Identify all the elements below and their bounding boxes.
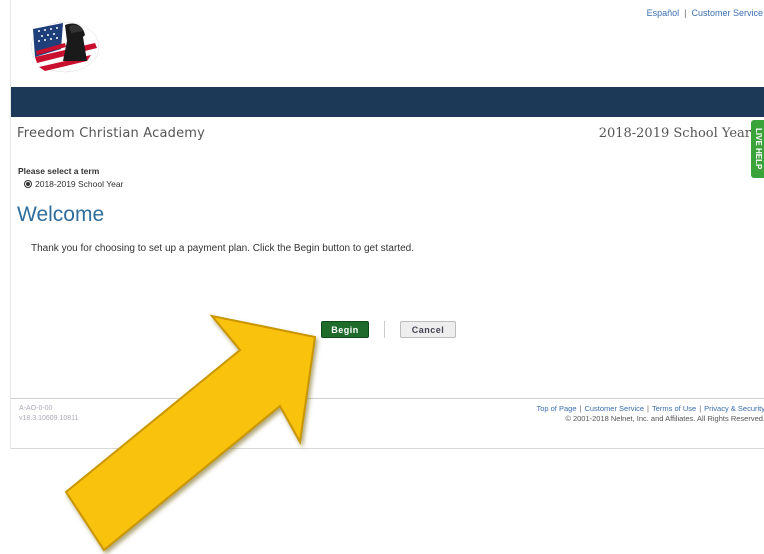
cancel-button[interactable]: Cancel	[400, 321, 456, 338]
customer-service-link[interactable]: Customer Service	[691, 8, 763, 18]
term-option[interactable]: 2018-2019 School Year	[24, 179, 123, 189]
school-year-label: 2018-2019 School Year	[598, 126, 751, 141]
navbar	[11, 87, 764, 117]
footer-code-line1: A-AO-0-00	[19, 405, 53, 412]
live-help-tab[interactable]: LIVE HELP	[751, 120, 764, 178]
flag-soldier-logo-icon	[30, 21, 100, 73]
footer-code: A-AO-0-00 v18.3.10609.10811	[19, 404, 78, 424]
footer-top-of-page-link[interactable]: Top of Page	[536, 404, 576, 413]
school-name: Freedom Christian Academy	[17, 126, 206, 141]
espanol-link[interactable]: Español	[647, 8, 680, 18]
footer-links: Top of Page | Customer Service | Terms of Us…	[536, 404, 764, 423]
footer-code-line2: v18.3.10609.10811	[19, 415, 79, 422]
page-title: Welcome	[17, 203, 105, 226]
intro-text: Thank you for choosing to set up a payme…	[31, 243, 415, 254]
term-label: Please select a term	[18, 166, 100, 176]
footer-terms-link[interactable]: Terms of Use	[652, 404, 696, 413]
footer-privacy-link[interactable]: Privacy & Security	[704, 404, 764, 413]
term-option-label: 2018-2019 School Year	[35, 179, 124, 189]
term-radio[interactable]	[24, 180, 32, 188]
page-frame: Español | Customer Service Freedom Christi…	[10, 0, 764, 449]
link-separator: |	[684, 8, 687, 18]
top-links: Español | Customer Service	[647, 8, 763, 18]
button-divider	[384, 321, 385, 338]
footer-divider	[11, 398, 764, 399]
footer-customer-service-link[interactable]: Customer Service	[584, 404, 644, 413]
copyright-text: © 2001-2018 Nelnet, Inc. and Affiliates.…	[565, 414, 764, 423]
begin-button[interactable]: Begin	[321, 321, 369, 338]
